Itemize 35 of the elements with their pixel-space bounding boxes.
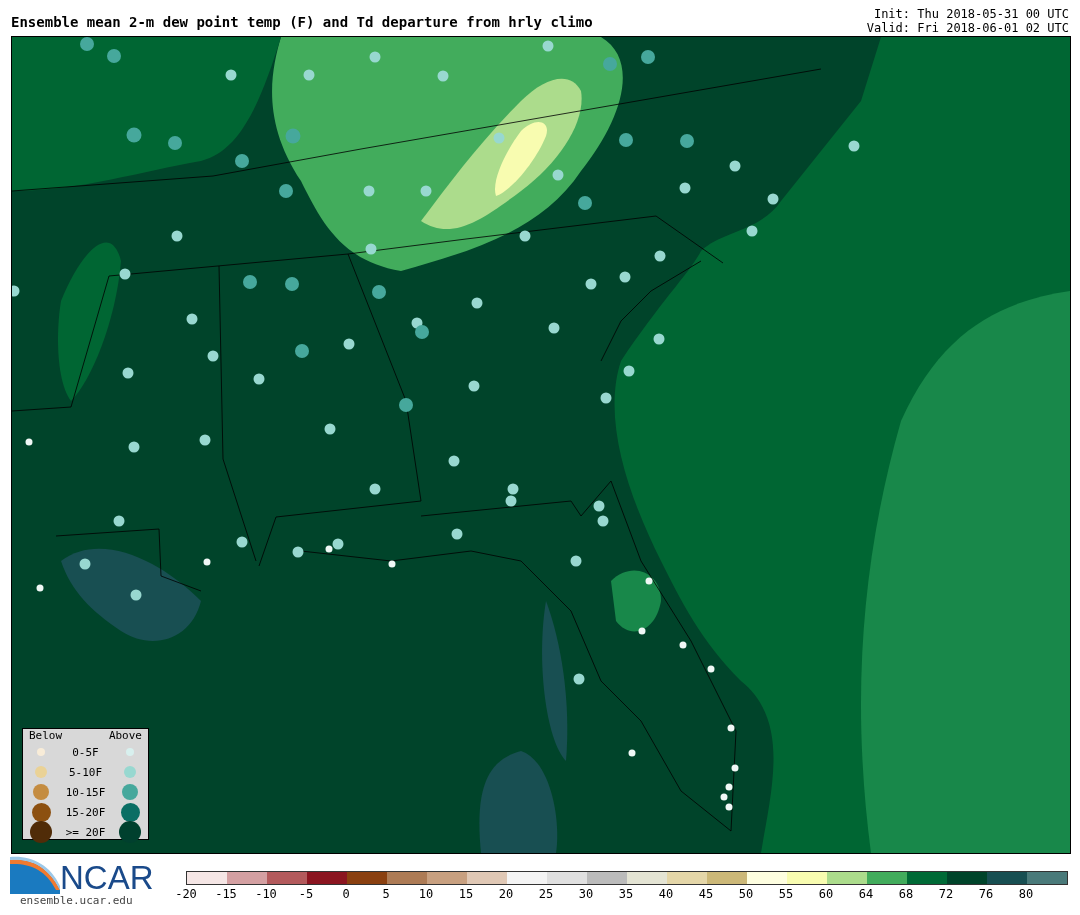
legend-label: 15-20F <box>64 805 107 819</box>
colorbar-tick-label: 64 <box>858 887 874 901</box>
legend-heading: Below <box>29 730 63 742</box>
swoosh-logo-icon <box>10 856 60 894</box>
colorbar-tick-label: 40 <box>658 887 674 901</box>
init-time: Init: Thu 2018-05-31 00 UTC <box>873 7 1069 21</box>
colorbar-tick-label: 80 <box>1018 887 1034 901</box>
colorbar-tick-label: 25 <box>538 887 554 901</box>
colorbar-tick-label: 72 <box>938 887 954 901</box>
colorbar-tick-label: 45 <box>698 887 714 901</box>
valid-time: Valid: Fri 2018-06-01 02 UTC <box>866 21 1069 35</box>
legend-heading: Above <box>108 730 142 742</box>
colorbar-tick-label: 55 <box>778 887 794 901</box>
site-url: ensemble.ucar.edu <box>19 894 134 907</box>
colorbar-tick-label: 10 <box>418 887 434 901</box>
colorbar-tick-label: 60 <box>818 887 834 901</box>
colorbar-tick-label: 5 <box>382 887 390 901</box>
logo-text: NCAR <box>60 862 154 894</box>
legend-label: 0-5F <box>71 745 100 759</box>
colorbar-tick-label: 50 <box>738 887 754 901</box>
legend-label: >= 20F <box>64 825 107 839</box>
colorbar-tick-label: -15 <box>215 887 237 901</box>
colorbar-tick-label: -20 <box>175 887 197 901</box>
colorbar-tick-label: 0 <box>342 887 350 901</box>
colorbar-tick-label: 30 <box>578 887 594 901</box>
colorbar-tick-label: -5 <box>298 887 314 901</box>
legend-label: 5-10F <box>67 765 104 779</box>
colorbar-tick-label: -10 <box>255 887 277 901</box>
colorbar-tick-label: 35 <box>618 887 634 901</box>
colorbar-tick-label: 15 <box>458 887 474 901</box>
colorbar-tick-label: 76 <box>978 887 994 901</box>
colorbar-tick-label: 20 <box>498 887 514 901</box>
map-title: Ensemble mean 2-m dew point temp (F) and Td departure from hrly climo <box>11 14 593 32</box>
legend-label: 10-15F <box>64 785 107 799</box>
colorbar-tick-label: 68 <box>898 887 914 901</box>
